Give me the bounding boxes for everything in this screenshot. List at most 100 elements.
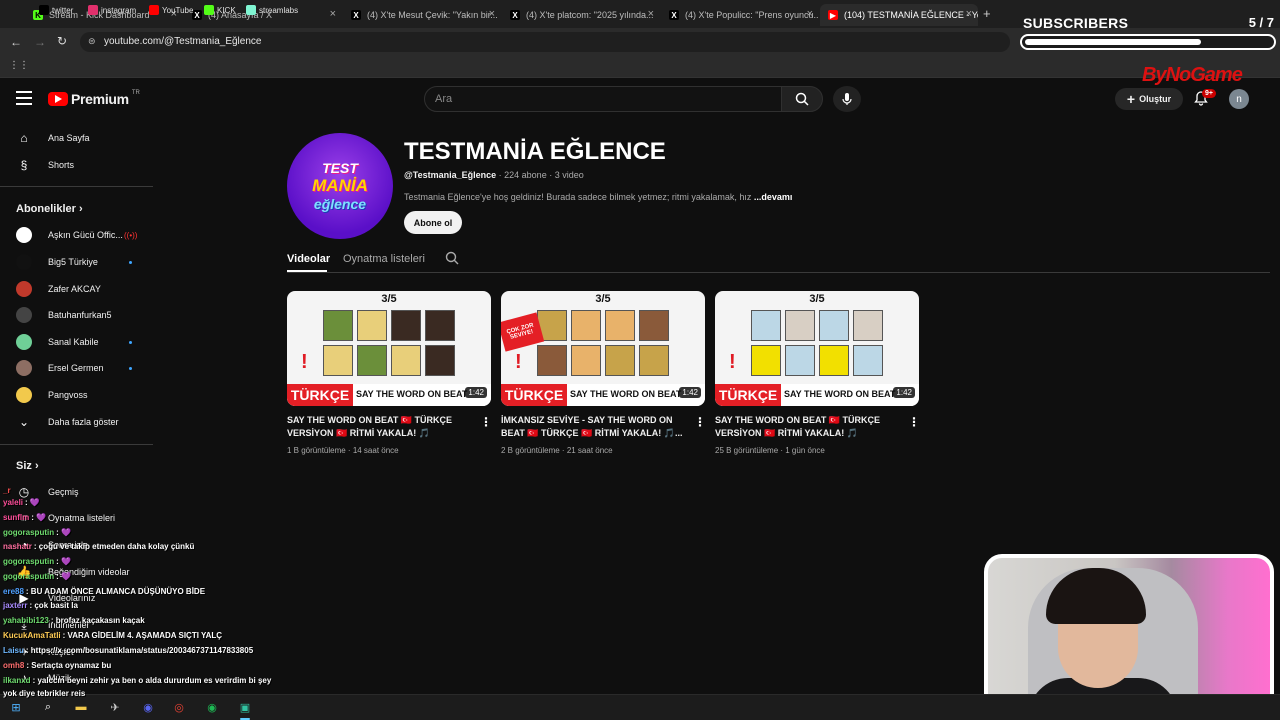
- search-button[interactable]: [781, 86, 823, 112]
- bookmark-item[interactable]: YouTube: [149, 5, 193, 15]
- windows-taskbar: [0, 694, 1280, 720]
- more-options-icon[interactable]: ⋮: [694, 415, 706, 429]
- forward-icon[interactable]: →: [34, 35, 46, 49]
- thumbnail-score: 3/5: [595, 293, 611, 305]
- chat-username: nashatr: [3, 542, 32, 551]
- chat-username: gogorasputin: [3, 572, 55, 581]
- tab-favicon-icon: X: [192, 10, 202, 20]
- site-info-icon[interactable]: ⊜: [88, 36, 96, 47]
- url-input[interactable]: youtube.com/@Testmania_Eğlence: [80, 32, 1010, 52]
- tab-close-icon[interactable]: ×: [330, 8, 336, 20]
- subscribe-button[interactable]: Abone ol: [404, 211, 462, 234]
- chat-username: jaxterr: [3, 601, 28, 610]
- subscription-item[interactable]: Ersel Germen: [0, 355, 152, 381]
- thumbnail-image-grid: [323, 310, 455, 376]
- show-more-label: Daha fazla göster: [48, 417, 119, 427]
- browser-tab[interactable]: X (4) X'te Populicc: "Prens oyuncu... ×: [661, 4, 819, 26]
- chat-username: yahabibi123: [3, 616, 49, 625]
- thumbnail-caption: SAY THE WORD ON BEAT: [784, 389, 896, 399]
- subscription-item[interactable]: Zafer AKCAY: [0, 276, 152, 302]
- create-button[interactable]: + Oluştur: [1115, 88, 1183, 110]
- thumbnail-grid-cell: [639, 345, 669, 376]
- bookmark-item[interactable]: instagram: [88, 5, 136, 15]
- bookmark-item[interactable]: twitter: [39, 5, 73, 15]
- streamlabs-icon[interactable]: ▣: [236, 698, 254, 716]
- browser-tab[interactable]: X (4) X'te Mesut Çevik: "Yakın bir... ×: [343, 4, 501, 26]
- search-input[interactable]: Ara: [424, 86, 782, 112]
- tab-title: (104) TESTMANİA EĞLENCE - Yo...: [844, 10, 978, 20]
- bookmark-item[interactable]: KICK: [204, 5, 236, 15]
- subscription-item[interactable]: Big5 Türkiye: [0, 249, 152, 275]
- tab-close-icon[interactable]: ×: [966, 8, 972, 20]
- tab-close-icon[interactable]: ×: [648, 8, 654, 20]
- app-icon[interactable]: ✈: [106, 698, 124, 716]
- chat-message: KucukAmaTatli: VARA GİDELİM 4. AŞAMADA S…: [3, 631, 222, 640]
- video-meta: 25 B görüntüleme · 1 gün önce: [715, 446, 825, 455]
- subscription-label: Ersel Germen: [48, 363, 104, 373]
- chat-text: : 💜: [31, 513, 47, 522]
- shorts-icon: §: [20, 158, 28, 172]
- subscribers-goal-widget: SUBSCRIBERS 5 / 7: [1018, 12, 1276, 54]
- home-icon: ⌂: [20, 131, 28, 145]
- subscriptions-heading[interactable]: Abonelikler ›: [16, 203, 83, 215]
- channel-search-icon[interactable]: [445, 251, 459, 265]
- tab-playlists[interactable]: Oynatma listeleri: [343, 253, 425, 265]
- file-explorer-icon[interactable]: ▬: [72, 698, 90, 716]
- channel-avatar-icon: [16, 360, 32, 376]
- account-avatar[interactable]: n: [1229, 89, 1249, 109]
- subscription-item[interactable]: Batuhanfurkan5: [0, 302, 152, 328]
- chat-message: gogorasputin: 💜: [3, 572, 71, 581]
- menu-icon[interactable]: [16, 91, 32, 105]
- tab-favicon-icon: X: [510, 10, 520, 20]
- thumbnail-grid-cell: [819, 345, 849, 376]
- you-heading[interactable]: Siz ›: [16, 460, 39, 472]
- chat-text: : çok basit la: [29, 601, 78, 610]
- description-more-link[interactable]: ...devamı: [754, 192, 793, 202]
- chrome-icon[interactable]: ◎: [170, 698, 188, 716]
- discord-icon[interactable]: ◉: [139, 698, 157, 716]
- chat-username: yaleli: [3, 498, 24, 507]
- video-title[interactable]: SAY THE WORD ON BEAT 🇹🇷 TÜRKÇE VERSİYON …: [715, 414, 903, 440]
- apps-grid-icon[interactable]: ⋮⋮: [9, 60, 29, 71]
- sidebar-item[interactable]: § Shorts: [0, 152, 152, 178]
- channel-description[interactable]: Testmania Eğlence'ye hoş geldiniz! Burad…: [404, 192, 792, 202]
- search-taskbar-icon[interactable]: ⌕: [39, 698, 57, 716]
- back-icon[interactable]: ←: [10, 35, 22, 49]
- chat-username: omh8: [3, 661, 25, 670]
- chat-text: : yalccın beyni zehir ya ben o alda duru…: [32, 676, 272, 685]
- channel-handle: @Testmania_Eğlence: [404, 170, 497, 180]
- tab-close-icon[interactable]: ×: [807, 8, 813, 20]
- voice-search-button[interactable]: [833, 86, 861, 112]
- avatar-line-3: eğlence: [313, 196, 367, 212]
- thumbnail-grid-cell: [605, 345, 635, 376]
- subscription-item[interactable]: Aşkın Gücü Offic... ((•)): [0, 222, 152, 248]
- reload-icon[interactable]: ↻: [57, 34, 67, 48]
- plus-icon: +: [1126, 91, 1136, 107]
- youtube-play-icon: [48, 92, 68, 106]
- video-thumbnail[interactable]: 3/5! TÜRKÇE SAY THE WORD ON BEAT 1:42: [287, 291, 491, 406]
- browser-tab[interactable]: X (4) X'te platcom: "2025 yılında... ×: [502, 4, 660, 26]
- spotify-icon[interactable]: ◉: [203, 698, 221, 716]
- video-title[interactable]: İMKANSIZ SEVİYE - SAY THE WORD ON BEAT 🇹…: [501, 414, 689, 440]
- subscription-label: Aşkın Gücü Offic...: [48, 230, 123, 240]
- chat-text: : 💜: [56, 528, 71, 537]
- youtube-logo[interactable]: Premium TR: [48, 90, 140, 107]
- show-more-button[interactable]: ⌄ Daha fazla göster: [0, 409, 152, 435]
- new-tab-button[interactable]: +: [983, 6, 991, 21]
- subscription-item[interactable]: Sanal Kabile: [0, 329, 152, 355]
- more-options-icon[interactable]: ⋮: [908, 415, 920, 429]
- subscription-item[interactable]: Pangvoss: [0, 382, 152, 408]
- video-thumbnail[interactable]: 3/5! ÇOK ZOR SEVİYE! TÜRKÇE SAY THE WORD ON…: [501, 291, 705, 406]
- bookmark-item[interactable]: streamlabs: [246, 5, 298, 15]
- exclamation-icon: !: [515, 351, 522, 373]
- more-options-icon[interactable]: ⋮: [480, 415, 492, 429]
- video-title[interactable]: SAY THE WORD ON BEAT 🇹🇷 TÜRKÇE VERSİYON …: [287, 414, 475, 440]
- tab-title: (4) X'te Mesut Çevik: "Yakın bir...: [367, 10, 498, 20]
- video-thumbnail[interactable]: 3/5! TÜRKÇE SAY THE WORD ON BEAT 1:42: [715, 291, 919, 406]
- browser-tab[interactable]: ▶ (104) TESTMANİA EĞLENCE - Yo... ×: [820, 4, 978, 26]
- sidebar-item[interactable]: ⌂ Ana Sayfa: [0, 125, 152, 151]
- tab-videos[interactable]: Videolar: [287, 253, 330, 265]
- tab-close-icon[interactable]: ×: [489, 8, 495, 20]
- windows-start-icon[interactable]: ⊞: [7, 698, 25, 716]
- thumbnail-grid-cell: [571, 310, 601, 341]
